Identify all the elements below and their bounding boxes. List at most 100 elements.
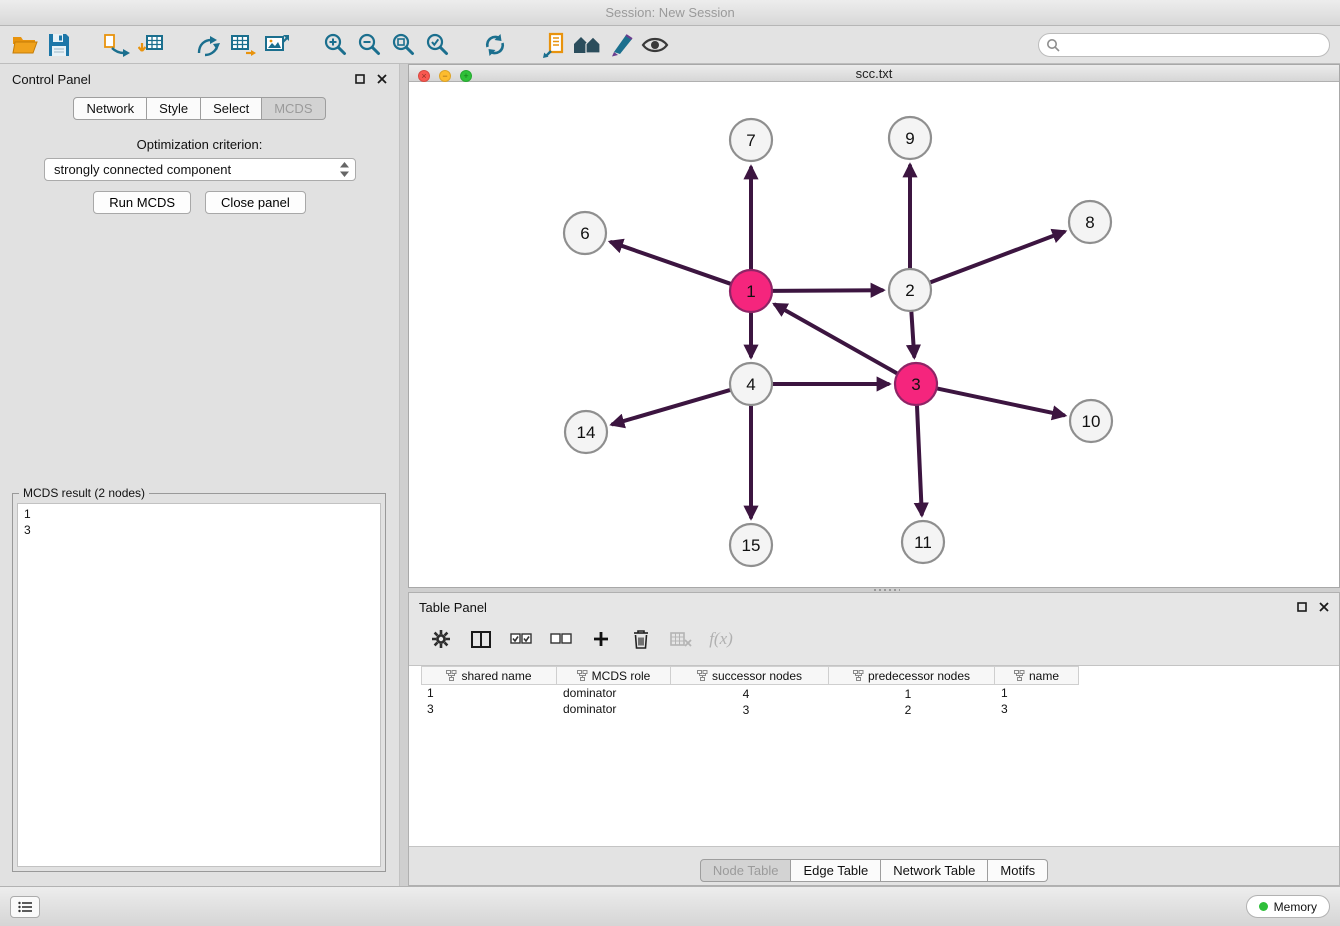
import-network-button[interactable] — [100, 29, 134, 61]
network-window-title: scc.txt — [856, 66, 893, 81]
table-header-row: shared nameMCDS rolesuccessor nodes prede… — [421, 666, 1339, 685]
window-minimize-button[interactable] — [439, 70, 451, 82]
table-cell: 4 — [671, 685, 829, 701]
window-zoom-button[interactable] — [460, 70, 472, 82]
mcds-result-list[interactable]: 13 — [17, 503, 381, 867]
column-header-MCDS-role[interactable]: MCDS role — [557, 666, 671, 685]
vertical-splitter[interactable] — [400, 64, 408, 886]
optimization-select[interactable]: strongly connected component — [44, 158, 356, 181]
export-network-button[interactable] — [192, 29, 226, 61]
tab-select[interactable]: Select — [201, 97, 262, 120]
refresh-icon — [482, 32, 508, 58]
search-icon — [1046, 38, 1060, 52]
column-visibility-button[interactable] — [463, 623, 499, 655]
node-14[interactable]: 14 — [565, 411, 607, 453]
column-sort-icon — [697, 670, 708, 681]
edge-3-11[interactable] — [917, 406, 922, 514]
trash-icon — [632, 629, 650, 649]
node-1[interactable]: 1 — [730, 270, 772, 312]
export-table-button[interactable] — [226, 29, 260, 61]
column-header-shared-name[interactable]: shared name — [421, 666, 557, 685]
add-column-button[interactable] — [583, 623, 619, 655]
node-9[interactable]: 9 — [889, 117, 931, 159]
first-neighbors-button[interactable] — [570, 29, 604, 61]
control-panel-close-button[interactable] — [377, 72, 387, 87]
zoom-fit-button[interactable] — [386, 29, 420, 61]
apply-layout-button[interactable] — [478, 29, 512, 61]
delete-column-button[interactable] — [623, 623, 659, 655]
column-sort-icon — [1014, 670, 1025, 681]
node-15[interactable]: 15 — [730, 524, 772, 566]
search-box[interactable] — [1038, 33, 1330, 57]
snapshot-button[interactable] — [536, 29, 570, 61]
column-header-successor-nodes[interactable]: successor nodes — [671, 666, 829, 685]
edge-1-2[interactable] — [773, 290, 882, 291]
table-cell: dominator — [557, 685, 671, 701]
table-panel-title: Table Panel — [419, 600, 487, 615]
node-4[interactable]: 4 — [730, 363, 772, 405]
deselect-all-rows-button[interactable] — [543, 623, 579, 655]
zoom-out-button[interactable] — [352, 29, 386, 61]
search-input[interactable] — [1060, 35, 1329, 55]
tab-network-table[interactable]: Network Table — [881, 859, 988, 882]
node-10[interactable]: 10 — [1070, 400, 1112, 442]
node-2[interactable]: 2 — [889, 269, 931, 311]
tab-network[interactable]: Network — [73, 97, 147, 120]
tab-edge-table[interactable]: Edge Table — [791, 859, 881, 882]
node-6[interactable]: 6 — [564, 212, 606, 254]
tab-mcds[interactable]: MCDS — [262, 97, 325, 120]
table-panel-float-button[interactable] — [1297, 600, 1307, 615]
function-builder-button[interactable]: f(x) — [703, 623, 739, 655]
style-button[interactable] — [604, 29, 638, 61]
checked-boxes-icon — [510, 633, 532, 645]
column-header-name[interactable]: name — [995, 666, 1079, 685]
tab-node-table[interactable]: Node Table — [700, 859, 792, 882]
stepper-icon — [340, 162, 349, 177]
close-panel-button[interactable]: Close panel — [205, 191, 306, 214]
node-11[interactable]: 11 — [902, 521, 944, 563]
import-table-button[interactable] — [134, 29, 168, 61]
window-close-button[interactable] — [418, 70, 430, 82]
tab-motifs[interactable]: Motifs — [988, 859, 1048, 882]
gear-icon — [431, 629, 451, 649]
column-header-predecessor-nodes[interactable]: predecessor nodes — [829, 666, 995, 685]
table-toolbar: f(x) — [409, 621, 1339, 657]
memory-button[interactable]: Memory — [1246, 895, 1330, 918]
table-settings-button[interactable] — [423, 623, 459, 655]
edge-4-14[interactable] — [613, 390, 730, 424]
table-panel-close-button[interactable] — [1319, 600, 1329, 615]
result-line: 3 — [24, 522, 374, 538]
column-header-label: predecessor nodes — [868, 669, 970, 683]
node-7[interactable]: 7 — [730, 119, 772, 161]
toggle-details-button[interactable] — [638, 29, 672, 61]
node-3[interactable]: 3 — [895, 363, 937, 405]
horizontal-splitter[interactable] — [408, 588, 1340, 592]
edge-2-3[interactable] — [911, 312, 914, 356]
table-row[interactable]: 3dominator323 — [421, 701, 1339, 717]
export-image-button[interactable] — [260, 29, 294, 61]
node-8[interactable]: 8 — [1069, 201, 1111, 243]
export-network-icon — [196, 32, 222, 58]
edge-3-10[interactable] — [938, 389, 1064, 416]
mcds-result-group: MCDS result (2 nodes) 13 — [12, 493, 386, 872]
save-session-button[interactable] — [42, 29, 76, 61]
edge-2-8[interactable] — [931, 232, 1064, 282]
control-panel-float-button[interactable] — [355, 72, 365, 87]
select-all-rows-button[interactable] — [503, 623, 539, 655]
edge-1-6[interactable] — [611, 242, 730, 284]
table-cell: 3 — [995, 701, 1079, 717]
delete-table-button[interactable] — [663, 623, 699, 655]
edge-3-1[interactable] — [775, 305, 896, 374]
network-canvas[interactable]: 7 9 6 8 1 2 4 3 14 10 15 11 — [409, 82, 1340, 584]
import-table-icon — [138, 32, 164, 58]
table-cell: 1 — [421, 685, 557, 701]
paint-brush-icon — [608, 32, 634, 57]
zoom-in-button[interactable] — [318, 29, 352, 61]
table-body: 1dominator4113dominator323 — [409, 685, 1339, 717]
open-file-button[interactable] — [8, 29, 42, 61]
zoom-selected-button[interactable] — [420, 29, 454, 61]
table-row[interactable]: 1dominator411 — [421, 685, 1339, 701]
run-mcds-button[interactable]: Run MCDS — [93, 191, 191, 214]
show-panel-button[interactable] — [10, 896, 40, 918]
tab-style[interactable]: Style — [147, 97, 201, 120]
